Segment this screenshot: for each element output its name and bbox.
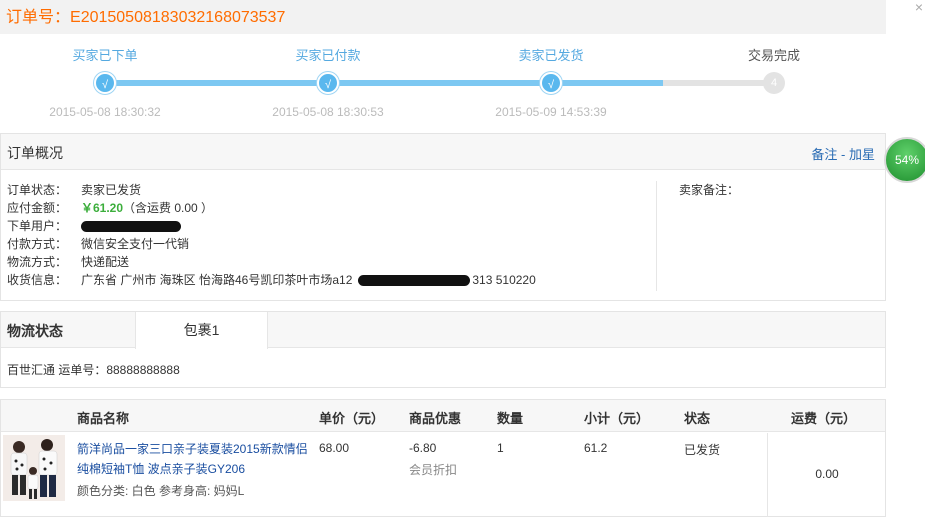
col-status: 状态 bbox=[684, 411, 711, 426]
step-label-ordered: 买家已下单 bbox=[72, 48, 138, 63]
info-key: 下单用户： bbox=[7, 219, 68, 233]
product-image-icon bbox=[3, 435, 65, 501]
col-name: 商品名称 bbox=[77, 411, 130, 426]
info-row-status: 订单状态： 卖家已发货 bbox=[7, 181, 536, 199]
close-icon[interactable]: × bbox=[912, 0, 925, 14]
pay-method-value: 微信安全支付一代销 bbox=[81, 237, 190, 251]
logistics-header: 物流状态 bbox=[1, 312, 885, 348]
discount-note: 会员折扣 bbox=[409, 463, 458, 477]
info-key: 付款方式： bbox=[7, 237, 68, 251]
product-sku: 颜色分类: 白色 参考身高: 妈妈L bbox=[77, 484, 245, 498]
product-name-link[interactable]: 箭洋尚品一家三口亲子装夏装2015新款情侣纯棉短袖T恤 波点亲子装GY206 bbox=[77, 439, 317, 479]
product-status: 已发货 bbox=[684, 443, 721, 457]
step-check-icon: √ bbox=[94, 72, 116, 94]
step-label-complete: 交易完成 bbox=[747, 48, 800, 63]
overview-header: 订单概况 备注 - 加星 bbox=[1, 134, 885, 170]
speed-badge[interactable]: 54% bbox=[884, 137, 925, 183]
info-row-pay: 付款方式： 微信安全支付一代销 bbox=[7, 235, 536, 253]
order-status-value: 卖家已发货 bbox=[81, 183, 142, 197]
col-discount: 商品优惠 bbox=[409, 411, 462, 426]
logistics-title: 物流状态 bbox=[7, 323, 63, 339]
info-key: 应付金额： bbox=[7, 201, 68, 215]
link-separator: - bbox=[837, 147, 849, 162]
address-value: 广东省 广州市 海珠区 怡海路46号凯印茶叶市场a12 bbox=[81, 273, 353, 287]
info-key: 物流方式： bbox=[7, 255, 68, 269]
product-price: 68.00 bbox=[319, 441, 350, 455]
step-label-paid: 买家已付款 bbox=[295, 48, 361, 63]
shipping-included: （含运费 0.00 ） bbox=[123, 201, 214, 215]
tab-package-1[interactable]: 包裹1 bbox=[135, 312, 268, 349]
step-label-shipped: 卖家已发货 bbox=[518, 48, 584, 63]
ship-method-value: 快递配送 bbox=[81, 255, 130, 269]
progress-track-todo bbox=[663, 80, 774, 86]
col-price: 单价（元） bbox=[319, 411, 385, 426]
col-shipfee: 运费（元） bbox=[791, 411, 857, 426]
col-qty: 数量 bbox=[497, 411, 524, 426]
remark-link[interactable]: 备注 bbox=[811, 147, 837, 162]
step-check-icon: √ bbox=[540, 72, 562, 94]
step-time-shipped: 2015-05-09 14:53:39 bbox=[495, 105, 607, 119]
info-row-address: 收货信息： 广东省 广州市 海珠区 怡海路46号凯印茶叶市场a12 313 5102… bbox=[7, 271, 536, 289]
info-row-ship: 物流方式： 快递配送 bbox=[7, 253, 536, 271]
logistics-section: 物流状态 包裹1 百世汇通 运单号：88888888888 bbox=[0, 311, 886, 388]
address-postcode: 313 510220 bbox=[472, 273, 536, 287]
step-time-ordered: 2015-05-08 18:30:32 bbox=[49, 105, 161, 119]
order-info: 订单状态： 卖家已发货 应付金额： ￥61.20（含运费 0.00 ） 下单用户： … bbox=[7, 181, 536, 289]
product-qty: 1 bbox=[497, 441, 504, 455]
waybill-info: 百世汇通 运单号：88888888888 bbox=[7, 363, 180, 377]
star-link[interactable]: 加星 bbox=[849, 147, 875, 162]
goods-table: 商品名称 单价（元） 商品优惠 数量 小计（元） 状态 运费（元） 箭洋尚品一家… bbox=[0, 399, 886, 517]
product-discount: -6.80 bbox=[409, 441, 437, 455]
amount-value: ￥61.20 bbox=[81, 201, 124, 215]
product-thumbnail[interactable] bbox=[3, 435, 65, 501]
shipfee-cell: 0.00 bbox=[767, 433, 885, 517]
info-key: 收货信息： bbox=[7, 273, 68, 287]
step-check-icon: √ bbox=[317, 72, 339, 94]
progress-track-done bbox=[105, 80, 663, 86]
goods-table-header: 商品名称 单价（元） 商品优惠 数量 小计（元） 状态 运费（元） bbox=[1, 400, 885, 432]
order-number-value: E2015050818303216807353​7 bbox=[70, 9, 286, 26]
order-overview: 订单概况 备注 - 加星 订单状态： 卖家已发货 应付金额： ￥61.20（含运费 … bbox=[0, 133, 886, 301]
info-row-amount: 应付金额： ￥61.20（含运费 0.00 ） bbox=[7, 199, 536, 217]
seller-remark-label: 卖家备注： bbox=[679, 183, 740, 197]
order-header: 订单号：E2015050818303216807353​7 bbox=[0, 0, 886, 34]
remark-links: 备注 - 加星 bbox=[811, 144, 875, 163]
order-number: 订单号：E2015050818303216807353​7 bbox=[6, 3, 285, 27]
info-row-user: 下单用户： bbox=[7, 217, 536, 235]
product-subtotal: 61.2 bbox=[584, 441, 608, 455]
step-time-paid: 2015-05-08 18:30:53 bbox=[272, 105, 384, 119]
info-key: 订单状态： bbox=[7, 183, 68, 197]
col-subtotal: 小计（元） bbox=[584, 411, 650, 426]
order-number-label: 订单号： bbox=[6, 9, 71, 26]
order-progress: 买家已下单 买家已付款 卖家已发货 交易完成 √ √ √ 4 2015-05-0… bbox=[0, 34, 886, 132]
shipfee-value: 0.00 bbox=[815, 467, 839, 481]
overview-divider bbox=[656, 181, 657, 291]
overview-title: 订单概况 bbox=[7, 145, 63, 161]
redacted-username bbox=[81, 221, 181, 233]
step-number-icon: 4 bbox=[763, 72, 785, 94]
redacted-phone bbox=[358, 275, 471, 287]
